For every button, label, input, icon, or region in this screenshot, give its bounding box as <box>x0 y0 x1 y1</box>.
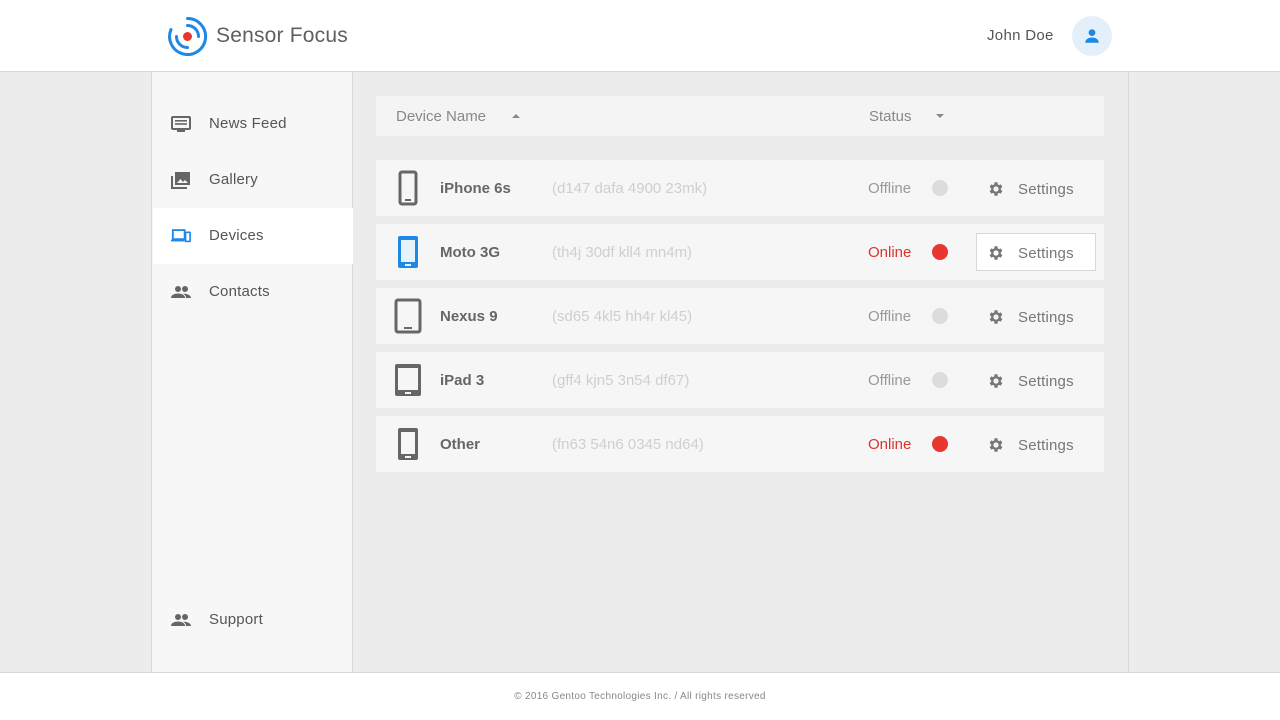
settings-button[interactable]: Settings <box>976 297 1096 335</box>
device-name: iPhone 6s <box>440 180 511 197</box>
device-id: (th4j 30df kll4 mn4m) <box>552 244 693 261</box>
tablet-icon <box>395 364 421 396</box>
devices-icon <box>171 226 191 246</box>
sort-ascending-icon <box>512 114 520 118</box>
column-header-status: Status <box>869 108 912 125</box>
sort-device-name-button[interactable]: Device Name <box>376 96 536 136</box>
phone-icon <box>398 428 418 460</box>
table-row[interactable]: Other (fn63 54n6 0345 nd64) Online Setti… <box>376 416 1104 472</box>
sensor-target-logo-icon[interactable] <box>167 16 208 57</box>
device-id: (gff4 kjn5 3n54 df67) <box>552 372 690 389</box>
status-indicator <box>932 372 948 388</box>
sidebar-item-devices[interactable]: Devices <box>153 208 353 264</box>
settings-label: Settings <box>1018 437 1074 454</box>
phone-icon <box>398 236 418 268</box>
status-indicator <box>932 244 948 260</box>
copyright-text: © 2016 Gentoo Technologies Inc. / All ri… <box>514 691 766 702</box>
news-feed-icon <box>171 114 191 134</box>
status-indicator <box>932 308 948 324</box>
device-id: (sd65 4kl5 hh4r kl45) <box>552 308 693 325</box>
sidebar-item-label: Gallery <box>209 171 258 188</box>
device-name: iPad 3 <box>440 372 485 389</box>
settings-label: Settings <box>1018 181 1074 198</box>
app-brand[interactable]: Sensor Focus <box>216 24 348 48</box>
sidebar-item-support[interactable]: Support <box>153 592 353 648</box>
status-text: Offline <box>868 372 912 389</box>
content-divider <box>1128 72 1129 672</box>
user-name[interactable]: John Doe <box>987 27 1054 44</box>
settings-label: Settings <box>1018 373 1074 390</box>
table-row[interactable]: iPad 3 (gff4 kjn5 3n54 df67) Offline Set… <box>376 352 1104 408</box>
table-row[interactable]: Nexus 9 (sd65 4kl5 hh4r kl45) Offline Se… <box>376 288 1104 344</box>
table-row[interactable]: Moto 3G (th4j 30df kll4 mn4m) Online Set… <box>376 224 1104 280</box>
device-id: (fn63 54n6 0345 nd64) <box>552 436 704 453</box>
sidebar-item-label: Contacts <box>209 283 270 300</box>
settings-button[interactable]: Settings <box>976 361 1096 399</box>
settings-button[interactable]: Settings <box>976 425 1096 463</box>
status-indicator <box>932 436 948 452</box>
sidebar-item-label: Support <box>209 611 263 628</box>
avatar[interactable] <box>1072 16 1112 56</box>
device-id: (d147 dafa 4900 23mk) <box>552 180 708 197</box>
footer: © 2016 Gentoo Technologies Inc. / All ri… <box>0 672 1280 720</box>
gear-icon <box>989 374 1003 388</box>
gear-icon <box>989 438 1003 452</box>
gear-icon <box>989 310 1003 324</box>
sort-status-button[interactable]: Status <box>856 96 956 136</box>
device-name: Other <box>440 436 481 453</box>
support-icon <box>171 610 191 630</box>
sidebar: News Feed Gallery Devices Contacts Suppo… <box>151 72 353 672</box>
sidebar-item-gallery[interactable]: Gallery <box>153 152 353 208</box>
status-text: Online <box>868 436 912 453</box>
gallery-icon <box>171 170 191 190</box>
settings-button[interactable]: Settings <box>976 169 1096 207</box>
sidebar-item-contacts[interactable]: Contacts <box>153 264 353 320</box>
sidebar-item-label: Devices <box>209 227 264 244</box>
tablet-icon <box>394 298 422 334</box>
settings-label: Settings <box>1018 245 1074 262</box>
table-row[interactable]: iPhone 6s (d147 dafa 4900 23mk) Offline … <box>376 160 1104 216</box>
status-text: Offline <box>868 308 912 325</box>
status-text: Online <box>868 244 912 261</box>
person-icon <box>1085 29 1099 43</box>
top-bar: Sensor Focus John Doe <box>0 0 1280 72</box>
device-name: Nexus 9 <box>440 308 498 325</box>
sidebar-item-news-feed[interactable]: News Feed <box>153 96 353 152</box>
phone-icon <box>398 170 418 206</box>
gear-icon <box>989 246 1003 260</box>
status-text: Offline <box>868 180 912 197</box>
settings-button[interactable]: Settings <box>976 233 1096 271</box>
column-header-device-name: Device Name <box>396 108 487 125</box>
contacts-icon <box>171 282 191 302</box>
status-indicator <box>932 180 948 196</box>
settings-label: Settings <box>1018 309 1074 326</box>
device-name: Moto 3G <box>440 244 500 261</box>
sidebar-item-label: News Feed <box>209 115 287 132</box>
gear-icon <box>989 182 1003 196</box>
dropdown-arrow-icon <box>936 114 944 118</box>
